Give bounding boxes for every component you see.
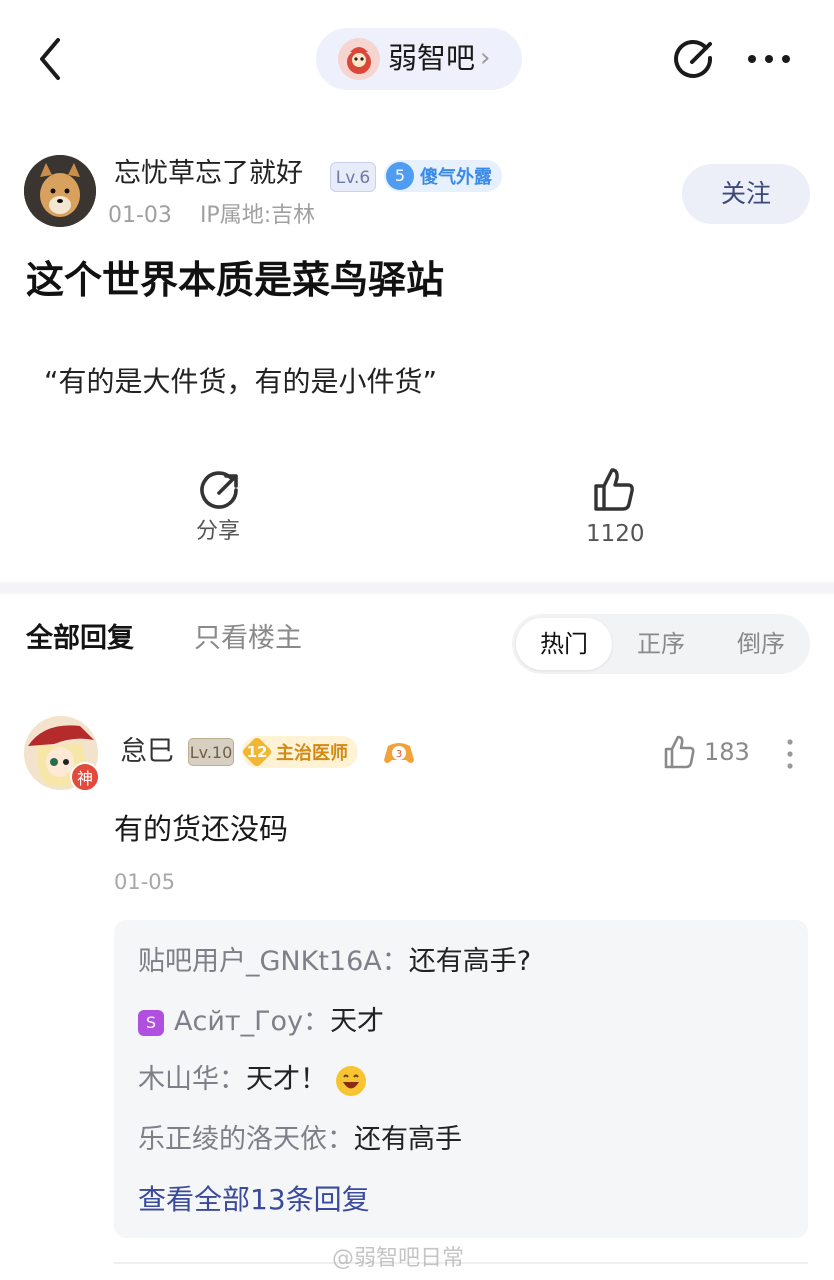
commenter-name[interactable]: 怠巳 — [120, 730, 174, 774]
share-label[interactable]: 分享 — [196, 516, 240, 548]
comment-date: 01-05 — [114, 870, 176, 894]
tab-all-replies[interactable]: 全部回复 — [26, 618, 134, 660]
sub-reply-author[interactable]: 乐正绫的洛天依： — [138, 1124, 354, 1155]
back-button[interactable] — [30, 32, 70, 86]
comment-more-button[interactable] — [780, 734, 800, 774]
section-divider — [0, 582, 834, 594]
view-all-replies-link[interactable]: 查看全部13条回复 — [138, 1178, 370, 1222]
share-icon — [200, 471, 238, 509]
sub-reply[interactable]: 木山华：天才！ — [138, 1058, 367, 1102]
post-meta: 01-03 IP属地:吉林 — [108, 200, 343, 232]
back-icon — [40, 38, 60, 80]
badge-text: 傻气外露 — [420, 167, 492, 188]
author-name[interactable]: 忘忧草忘了就好 — [114, 152, 303, 196]
like-button[interactable] — [588, 464, 638, 514]
comment-like-button[interactable] — [662, 734, 696, 770]
sub-reply-text: 还有高手? — [408, 946, 532, 977]
sort-hot[interactable]: 热门 — [516, 618, 612, 670]
sort-ascending[interactable]: 正序 — [626, 618, 696, 670]
sub-reply-text: 天才 — [330, 1006, 385, 1037]
post-title: 这个世界本质是菜鸟驿站 — [26, 258, 445, 302]
author-avatar[interactable] — [24, 155, 96, 227]
sub-reply-text: 还有高手 — [354, 1124, 462, 1155]
level-badge: Lv.6 — [330, 162, 376, 192]
title-badge: 12 主治医师 — [241, 736, 358, 768]
thumbs-up-icon — [664, 735, 695, 769]
sub-reply[interactable]: 贴吧用户_GNKt16A：还有高手? — [138, 940, 531, 984]
tab-op-only[interactable]: 只看楼主 — [194, 618, 302, 660]
chevron-right-icon: › — [480, 43, 491, 73]
badge-number: 5 — [386, 162, 414, 190]
sort-descending[interactable]: 倒序 — [724, 618, 798, 670]
more-icon — [748, 55, 790, 63]
svg-text:3: 3 — [396, 749, 402, 760]
gamepad-icon: 3 — [382, 736, 416, 768]
edit-button[interactable] — [672, 36, 718, 82]
sub-reply[interactable]: 乐正绫的洛天依：还有高手 — [138, 1118, 462, 1162]
comment-like-count: 183 — [704, 738, 750, 766]
forum-name[interactable]: 弱智吧 — [388, 36, 475, 80]
thumbs-up-icon — [594, 468, 634, 511]
forum-avatar — [338, 38, 380, 80]
like-count: 1120 — [586, 521, 645, 547]
edit-icon — [674, 40, 713, 78]
comment-text: 有的货还没码 — [114, 812, 289, 846]
share-button[interactable] — [198, 468, 244, 514]
sub-reply-author[interactable]: Асйт_Гоу： — [174, 1006, 330, 1037]
avatar-badge: 神 — [70, 762, 100, 792]
ip-location: IP属地:吉林 — [199, 203, 316, 228]
post-body: “有的是大件货，有的是小件货” — [44, 365, 438, 398]
badge-text: 主治医师 — [276, 743, 348, 764]
title-badge: 5 傻气外露 — [384, 160, 502, 192]
sub-reply-author[interactable]: 木山华： — [138, 1064, 246, 1095]
level-badge: Lv.10 — [188, 738, 234, 766]
badge-number: 12 — [246, 743, 268, 761]
follow-button[interactable]: 关注 — [682, 164, 810, 224]
more-vertical-icon — [787, 739, 793, 769]
watermark: @弱智吧日常 — [332, 1246, 465, 1271]
sub-reply-text: 天才！ — [246, 1064, 327, 1095]
more-button[interactable] — [744, 42, 794, 76]
vip-icon: S — [138, 1009, 164, 1036]
sub-reply[interactable]: S Асйт_Гоу：天才 — [138, 1000, 384, 1044]
laughing-emoji-icon — [335, 1065, 367, 1097]
sub-reply-author[interactable]: 贴吧用户_GNKt16A： — [138, 946, 409, 977]
post-date: 01-03 — [108, 203, 172, 228]
